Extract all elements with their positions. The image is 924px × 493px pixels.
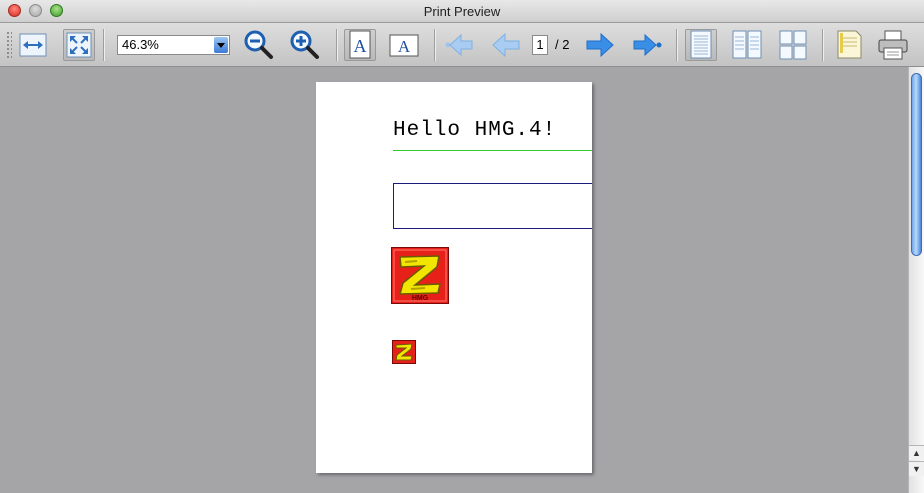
portrait-icon: A (349, 30, 371, 59)
zoom-out-button[interactable] (243, 29, 275, 61)
previous-page-button[interactable] (490, 29, 522, 61)
page-count-label: / 2 (555, 37, 570, 52)
zoom-in-button[interactable] (289, 29, 321, 61)
hmg-logo-small (392, 340, 416, 364)
next-page-icon (586, 32, 614, 58)
single-page-button[interactable] (685, 29, 717, 61)
toolbar: 46.3% A A 1 / 2 (0, 23, 924, 67)
hmg-logo-large: HMG (391, 247, 449, 304)
green-rule-line (393, 150, 592, 151)
overview-icon (779, 30, 807, 60)
fit-page-button[interactable] (63, 29, 95, 61)
zoom-in-icon (290, 30, 319, 59)
vertical-scrollbar[interactable]: ▲ ▼ (908, 67, 924, 493)
toolbar-separator (676, 29, 678, 61)
fit-page-icon (66, 32, 92, 58)
scroll-down-button[interactable]: ▼ (909, 461, 924, 476)
preview-page: Hello HMG.4! HMG (316, 82, 592, 473)
toolbar-separator (434, 29, 436, 61)
facing-pages-icon (732, 30, 762, 59)
print-icon (878, 30, 908, 60)
zoom-combobox[interactable]: 46.3% (117, 35, 230, 55)
print-button[interactable] (877, 29, 909, 61)
document-heading: Hello HMG.4! (393, 119, 557, 142)
window-title: Print Preview (423, 4, 501, 19)
toolbar-separator (822, 29, 824, 61)
toolbar-separator (336, 29, 338, 61)
toolbar-separator (103, 29, 105, 61)
fit-width-button[interactable] (17, 29, 49, 61)
svg-text:A: A (354, 36, 367, 56)
first-page-button[interactable] (444, 29, 476, 61)
title-bar: Print Preview (0, 0, 924, 23)
zoom-value: 46.3% (122, 37, 159, 52)
scroll-up-button[interactable]: ▲ (909, 445, 924, 460)
scrollbar-thumb[interactable] (911, 73, 922, 256)
page-number-field[interactable]: 1 (532, 35, 548, 55)
last-page-button[interactable] (631, 29, 663, 61)
next-page-button[interactable] (584, 29, 616, 61)
landscape-button[interactable]: A (388, 29, 420, 61)
page-setup-icon (837, 30, 862, 59)
logo-caption: HMG (412, 295, 429, 302)
fit-width-icon (19, 33, 47, 57)
first-page-icon (445, 33, 473, 57)
facing-pages-button[interactable] (731, 29, 763, 61)
outlined-box (393, 183, 592, 229)
overview-button[interactable] (777, 29, 809, 61)
portrait-button[interactable]: A (344, 29, 376, 61)
page-setup-button[interactable] (833, 29, 865, 61)
zoom-out-icon (244, 30, 273, 59)
single-page-icon (690, 30, 712, 59)
chevron-down-icon[interactable] (214, 37, 228, 53)
last-page-icon (633, 33, 662, 57)
landscape-icon: A (389, 34, 419, 57)
svg-text:A: A (398, 37, 411, 56)
toolbar-grip[interactable] (6, 31, 12, 59)
previous-page-icon (492, 32, 520, 58)
